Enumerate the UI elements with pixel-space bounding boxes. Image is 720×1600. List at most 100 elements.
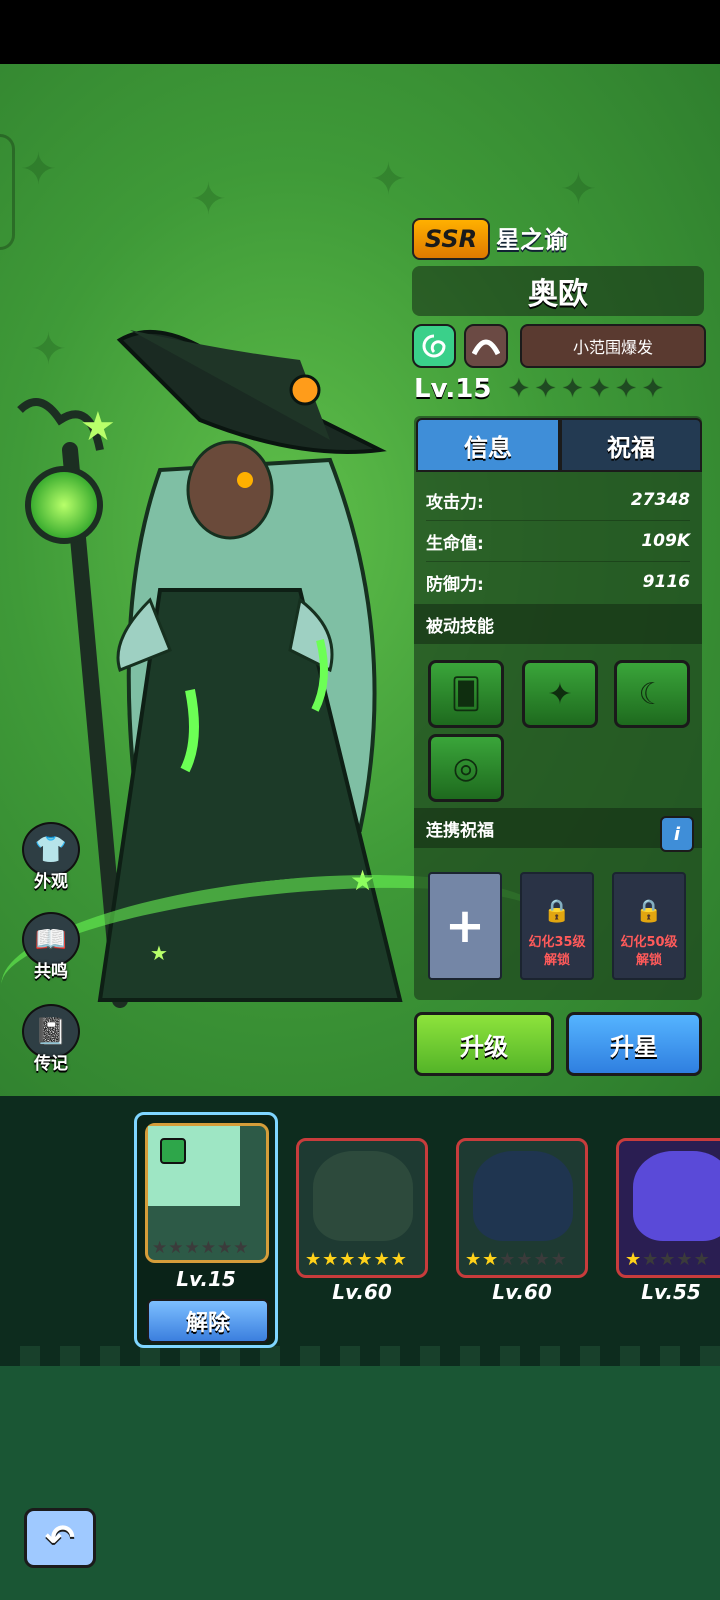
side-button-resonance[interactable]: 📖 共鸣 <box>20 912 82 982</box>
pet-level: Lv.15 <box>176 1267 236 1291</box>
side-button-label: 传记 <box>34 1054 68 1074</box>
pet-level: Lv.60 <box>332 1280 392 1304</box>
star-icon: ★ <box>322 1249 339 1270</box>
back-arrow-icon: ↶ <box>44 1517 76 1559</box>
link-blessing-header: 连携祝福 <box>414 808 702 848</box>
wind-swirl-icon <box>422 334 446 358</box>
arc-icon <box>472 339 500 356</box>
star-icon: ✦ <box>508 374 530 404</box>
element-icon[interactable] <box>412 324 456 368</box>
star-icon: ★ <box>339 1249 356 1270</box>
tab-info[interactable]: 信息 <box>416 418 560 472</box>
stars-icon: ✦ <box>547 676 573 712</box>
passive-skill-1[interactable]: 🂠 <box>428 660 504 728</box>
bg-pattern: ✦ <box>560 164 597 215</box>
star-icon: ★ <box>499 1249 516 1270</box>
pet-card-selected[interactable]: ★ ★ ★ ★ ★ ★ Lv.15 解除 <box>134 1112 278 1348</box>
pet-level: Lv.60 <box>492 1280 552 1304</box>
link-slot-add[interactable]: + <box>428 872 502 980</box>
passive-skill-3[interactable]: ☾ <box>614 660 690 728</box>
pet-card[interactable]: ★ ★ ★ ★ ★ Lv.55 <box>616 1138 720 1318</box>
star-icon: ★ <box>516 1249 533 1270</box>
pet-card[interactable]: ★ ★ ★ ★ ★ ★ Lv.60 <box>456 1138 588 1318</box>
side-button-label: 共鸣 <box>34 962 68 982</box>
star-icon: ✦ <box>561 374 584 404</box>
skill-type-tag: 小范围爆发 <box>520 324 706 368</box>
pet-portrait: ★ ★ ★ ★ ★ <box>616 1138 720 1278</box>
star-icon: ★ <box>625 1249 642 1270</box>
pet-portrait: ★ ★ ★ ★ ★ ★ <box>145 1123 269 1263</box>
stat-value: 27348 <box>630 490 690 510</box>
pet-level: Lv.55 <box>641 1280 701 1304</box>
bg-pattern: ✦ <box>20 144 57 195</box>
cards-icon: 🂠 <box>450 676 482 712</box>
stat-attack: 攻击力: 27348 <box>426 480 690 521</box>
stat-value: 9116 <box>642 572 690 592</box>
info-button[interactable]: i <box>660 816 694 852</box>
pet-card[interactable]: ★ ★ ★ ★ ★ ★ Lv.60 <box>296 1138 428 1318</box>
status-bar <box>0 0 720 64</box>
equipped-tag-icon <box>160 1138 186 1164</box>
star-up-button[interactable]: 升星 <box>566 1012 702 1076</box>
stat-hp: 生命值: 109K <box>426 521 690 562</box>
stat-value: 109K <box>641 531 690 551</box>
star-icon: ★ <box>642 1249 659 1270</box>
stat-label: 攻击力: <box>426 492 484 513</box>
class-icon[interactable] <box>464 324 508 368</box>
pet-stars: ★ ★ ★ ★ ★ ★ <box>305 1249 407 1270</box>
star-icon: ★ <box>693 1249 710 1270</box>
upgrade-button[interactable]: 升级 <box>414 1012 554 1076</box>
link-slot-locked[interactable]: 🔒 幻化35级 解锁 <box>520 872 594 980</box>
star-icon: ★ <box>233 1238 249 1258</box>
spirit-pet-face <box>633 1151 720 1241</box>
moon-icon: ☾ <box>638 676 666 712</box>
serpent-pet-face <box>313 1151 413 1241</box>
star-icon: ★ <box>482 1249 499 1270</box>
hero-star-rating: ✦ ✦ ✦ ✦ ✦ ✦ <box>508 374 664 404</box>
star-icon: ★ <box>168 1238 184 1258</box>
passive-skills-header: 被动技能 <box>414 604 702 644</box>
star-icon: ✦ <box>534 374 557 404</box>
bg-pattern: ✦ <box>190 174 227 225</box>
hero-level: Lv.15 <box>414 374 492 404</box>
info-icon: i <box>673 823 681 845</box>
star-icon: ★ <box>200 1238 216 1258</box>
star-icon: ★ <box>356 1249 373 1270</box>
stat-label: 防御力: <box>426 574 484 595</box>
lock-icon: 🔒 <box>543 899 571 924</box>
star-icon: ✦ <box>588 374 611 404</box>
back-button[interactable]: ↶ <box>24 1508 96 1568</box>
remove-pet-button[interactable]: 解除 <box>147 1299 269 1343</box>
star-icon: ★ <box>659 1249 676 1270</box>
pet-portrait: ★ ★ ★ ★ ★ ★ <box>296 1138 428 1278</box>
lock-icon: 🔒 <box>635 899 663 924</box>
deer-pet-face <box>473 1151 573 1241</box>
pet-stars: ★ ★ ★ ★ ★ ★ <box>152 1238 249 1258</box>
passive-skill-2[interactable]: ✦ <box>522 660 598 728</box>
side-button-label: 外观 <box>34 872 68 892</box>
unlock-text: 解锁 <box>543 953 570 968</box>
passive-skill-4[interactable]: ◎ <box>428 734 504 802</box>
unlock-text: 解锁 <box>635 953 662 968</box>
star-icon: ★ <box>533 1249 550 1270</box>
svg-text:★: ★ <box>80 404 116 450</box>
link-slot-locked[interactable]: 🔒 幻化50级 解锁 <box>612 872 686 980</box>
hero-title: 星之谕 <box>496 225 568 254</box>
lower-background <box>0 1366 720 1600</box>
star-icon: ★ <box>465 1249 482 1270</box>
pet-stars: ★ ★ ★ ★ ★ <box>625 1249 710 1270</box>
stat-label: 生命值: <box>426 533 484 554</box>
hero-name: 奥欧 <box>412 266 704 316</box>
tab-blessing[interactable]: 祝福 <box>560 418 702 472</box>
star-icon: ★ <box>305 1249 322 1270</box>
star-icon: ★ <box>217 1238 233 1258</box>
left-frame-decoration <box>0 134 15 250</box>
side-button-appearance[interactable]: 👕 外观 <box>20 822 82 892</box>
target-icon: ◎ <box>452 750 480 786</box>
star-icon: ★ <box>373 1249 390 1270</box>
bg-pattern: ✦ <box>370 154 407 205</box>
pet-stars: ★ ★ ★ ★ ★ ★ <box>465 1249 567 1270</box>
rarity-badge: SSR <box>412 218 490 260</box>
star-icon: ★ <box>676 1249 693 1270</box>
side-button-biography[interactable]: 📓 传记 <box>20 1004 82 1074</box>
